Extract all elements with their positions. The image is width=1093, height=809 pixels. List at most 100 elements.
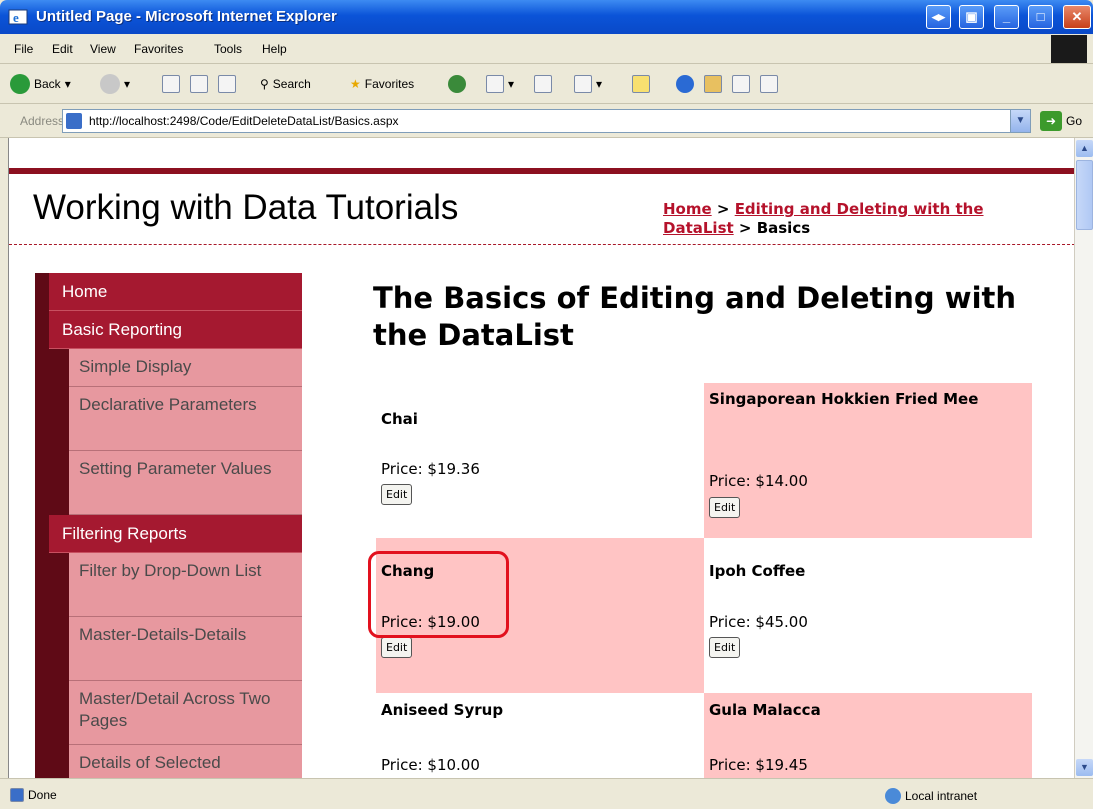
menu-item-master-detail-two-pages[interactable]: Master/Detail Across Two Pages [69,681,302,745]
mail-button[interactable]: ▾ [486,72,514,96]
edit-button[interactable]: Edit [381,484,413,505]
product-price: Price: $14.00 [709,472,808,490]
extra-button[interactable]: ◂▸ [926,5,951,29]
home-button[interactable] [218,72,236,96]
site-title: Working with Data Tutorials [33,188,459,227]
product-price: Price: $10.00 [381,756,480,774]
page-icon [66,113,82,129]
forward-arrow-icon [100,74,120,94]
tool-button[interactable] [732,72,750,96]
window-title: Untitled Page - Microsoft Internet Explo… [36,8,337,25]
status-done: Done [10,788,57,802]
header-divider [9,244,1074,245]
refresh-icon [190,75,208,93]
scroll-thumb[interactable] [1076,160,1093,230]
menu-item-basic-reporting[interactable]: Basic Reporting [49,311,302,349]
home-icon [218,75,236,93]
breadcrumb-home-link[interactable]: Home [663,200,712,218]
menu-item-setting-parameter-values[interactable]: Setting Parameter Values [69,451,302,515]
tool-icon [732,75,750,93]
title-bar: e Untitled Page - Microsoft Internet Exp… [0,0,1093,34]
page-viewport: Working with Data Tutorials Home > Editi… [8,138,1074,778]
close-button[interactable]: ✕ [1063,5,1091,29]
product-name: Gula Malacca [709,701,821,719]
refresh-button[interactable] [190,72,208,96]
menu-item-home[interactable]: Home [49,273,302,311]
edit-button[interactable]: Edit [709,497,741,518]
product-cell: Gula Malacca Price: $19.45 [704,693,1032,778]
research-button[interactable] [704,72,722,96]
restore-button[interactable]: ▣ [959,5,984,29]
menu-item-details-selected[interactable]: Details of Selected [69,745,302,778]
discuss-button[interactable] [632,72,650,96]
menu-tools[interactable]: Tools [214,42,242,56]
page-heading: The Basics of Editing and Deleting with … [373,281,1017,352]
messenger-button[interactable] [676,72,694,96]
product-cell: Ipoh Coffee Price: $45.00 Edit [704,538,1032,693]
mail-icon [486,75,504,93]
history-icon [448,75,466,93]
address-label: Address [20,114,65,128]
edit-button[interactable]: Edit [709,637,741,658]
address-input[interactable]: http://localhost:2498/Code/EditDeleteDat… [62,109,1031,133]
product-name: Singaporean Hokkien Fried Mee [709,390,979,408]
chevron-down-icon: ▾ [508,77,515,91]
forward-button[interactable]: ▾ [100,72,130,96]
breadcrumb: Home > Editing and Deleting with the Dat… [663,200,984,237]
chevron-down-icon[interactable]: ▼ [1010,110,1030,132]
header-rule [9,168,1074,174]
history-button[interactable] [448,72,466,96]
product-cell: Singaporean Hokkien Fried Mee Price: $14… [704,383,1032,538]
address-url: http://localhost:2498/Code/EditDeleteDat… [89,114,399,128]
menu-item-declarative-parameters[interactable]: Declarative Parameters [69,387,302,451]
menu-item-filter-drop-down[interactable]: Filter by Drop-Down List [69,553,302,617]
print-button[interactable] [534,72,552,96]
back-arrow-icon [10,74,30,94]
chevron-down-icon: ▾ [596,77,603,91]
folder-icon [632,75,650,93]
minimize-button[interactable]: _ [994,5,1019,29]
research-icon [704,75,722,93]
product-price: Price: $19.45 [709,756,808,774]
edit-button[interactable]: Edit [381,637,413,658]
page-icon [10,788,24,802]
menu-favorites[interactable]: Favorites [134,42,183,56]
menu-view[interactable]: View [90,42,116,56]
go-arrow-icon[interactable]: ➜ [1040,111,1062,131]
messenger-icon [676,75,694,93]
product-cell: Aniseed Syrup Price: $10.00 [376,693,704,778]
menu-item-filtering-reports[interactable]: Filtering Reports [49,515,302,553]
breadcrumb-current: Basics [756,219,811,237]
print-icon [534,75,552,93]
menu-file[interactable]: File [14,42,33,56]
menu-item-master-details-details[interactable]: Master-Details-Details [69,617,302,681]
search-button[interactable]: ⚲ Search [260,72,311,96]
star-icon: ★ [350,77,361,91]
svg-text:e: e [13,10,19,25]
vertical-scrollbar[interactable]: ▲ ▼ [1074,138,1093,778]
word-button[interactable]: ▾ [574,72,602,96]
menu-help[interactable]: Help [262,42,287,56]
ie-logo-icon: e [8,9,28,25]
back-button[interactable]: Back ▾ [10,72,71,96]
stop-button[interactable] [162,72,180,96]
grid-button[interactable] [760,72,778,96]
product-name: Ipoh Coffee [709,562,806,580]
grid-icon [760,75,778,93]
scroll-down-icon[interactable]: ▼ [1076,759,1093,776]
search-icon: ⚲ [260,77,269,91]
stop-icon [162,75,180,93]
go-button[interactable]: Go [1066,114,1082,128]
product-cell: Chai Price: $19.36 Edit [376,383,704,538]
status-zone: Local intranet [885,788,977,804]
menu-bar: File Edit View Favorites Tools Help [0,34,1093,64]
maximize-button[interactable]: □ [1028,5,1053,29]
windows-flag-icon [1051,35,1087,63]
menu-item-simple-display[interactable]: Simple Display [69,349,302,387]
menu-edit[interactable]: Edit [52,42,73,56]
word-icon [574,75,592,93]
scroll-up-icon[interactable]: ▲ [1076,140,1093,157]
toolbar: Back ▾ ▾ ⚲ Search ★ Favorites ▾ ▾ [0,64,1093,104]
favorites-button[interactable]: ★ Favorites [350,72,414,96]
product-name: Aniseed Syrup [381,701,504,719]
